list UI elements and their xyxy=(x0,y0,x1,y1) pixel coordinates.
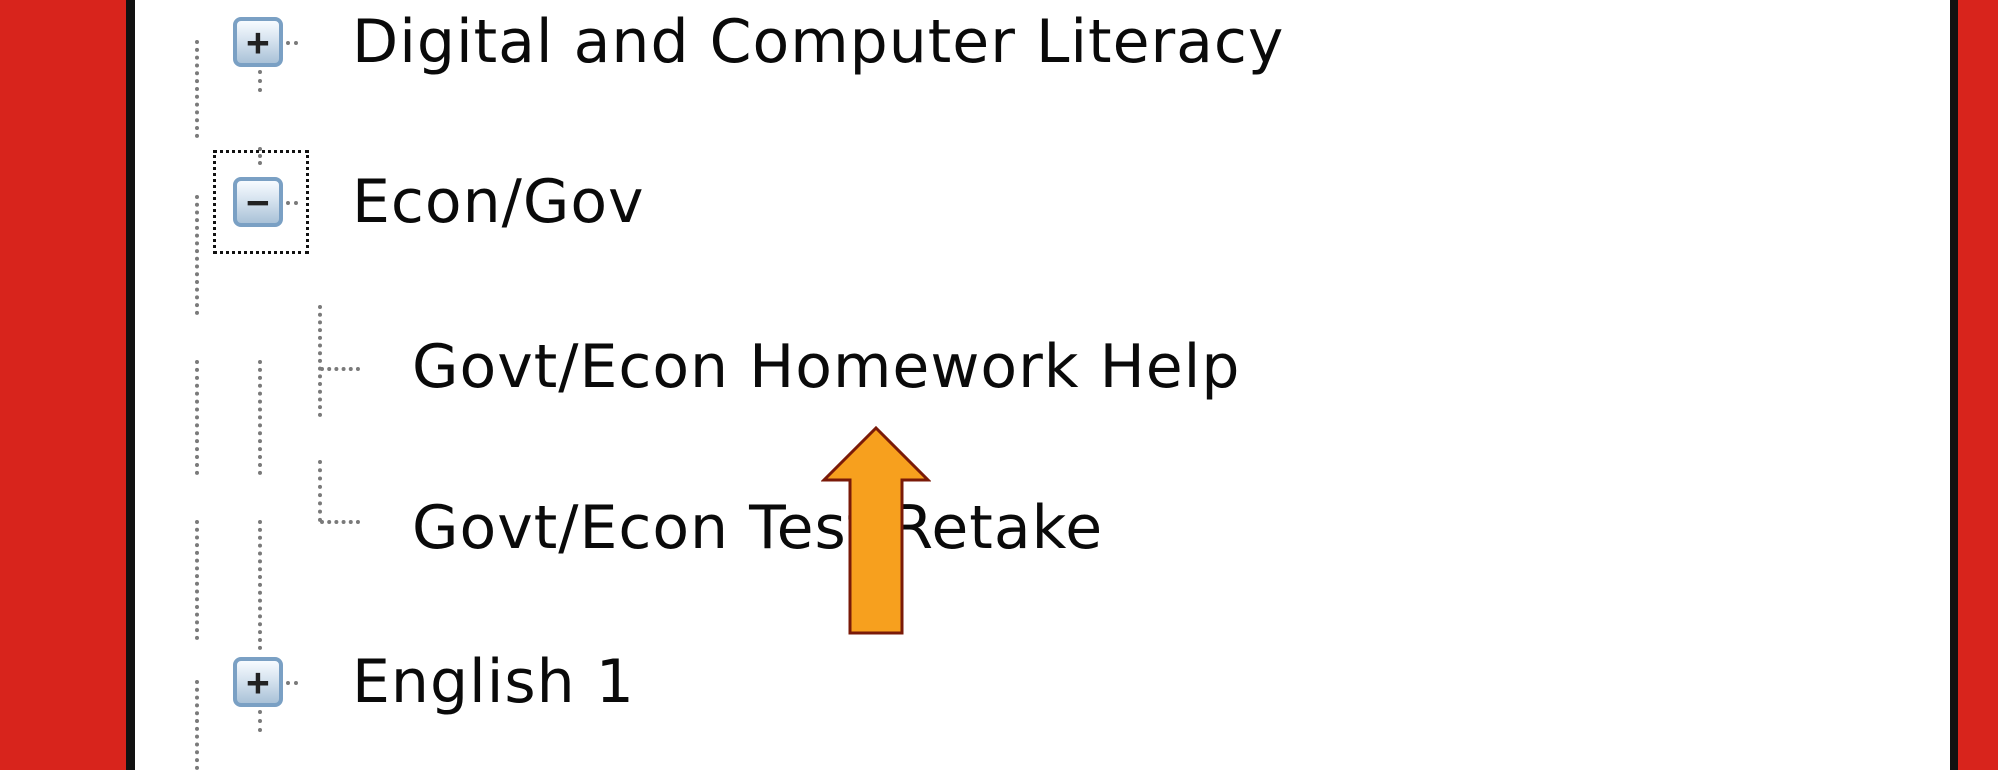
expand-toggle-button[interactable]: + xyxy=(233,17,283,67)
tree-item-label: Govt/Econ Homework Help xyxy=(412,332,1241,402)
tree-item-govt-econ-homework-help[interactable]: Govt/Econ Homework Help xyxy=(135,300,1950,420)
tree-item-label: Govt/Econ Test Retake xyxy=(412,493,1104,563)
tree-item-english-1[interactable]: + English 1 xyxy=(135,640,1950,760)
tree-connector-line xyxy=(286,41,298,45)
annotation-arrow-shape xyxy=(821,425,931,635)
tree-item-label: English 1 xyxy=(352,647,635,717)
tree-connector-line xyxy=(320,520,360,524)
tree-connector-line xyxy=(320,367,360,371)
tree-item-govt-econ-test-retake[interactable]: Govt/Econ Test Retake xyxy=(135,460,1950,580)
up-arrow-icon xyxy=(821,425,931,635)
tree-connector-line xyxy=(286,681,298,685)
expand-toggle-button[interactable]: + xyxy=(233,657,283,707)
tree-item-label: Econ/Gov xyxy=(352,167,645,237)
tree-view[interactable]: + Digital and Computer Literacy − Econ/G… xyxy=(135,0,1950,770)
tree-item-econ-gov[interactable]: − Econ/Gov xyxy=(135,125,1950,254)
minus-icon: − xyxy=(246,180,270,224)
plus-icon: + xyxy=(246,20,270,64)
collapse-toggle-button[interactable]: − xyxy=(233,177,283,227)
tree-connector-line xyxy=(258,70,262,92)
plus-icon: + xyxy=(246,660,270,704)
tree-item-label: Digital and Computer Literacy xyxy=(352,7,1285,77)
tree-connector-line xyxy=(258,710,262,732)
tree-connector-line xyxy=(286,201,298,205)
tree-item-digital-and-computer-literacy[interactable]: + Digital and Computer Literacy xyxy=(135,0,1950,120)
